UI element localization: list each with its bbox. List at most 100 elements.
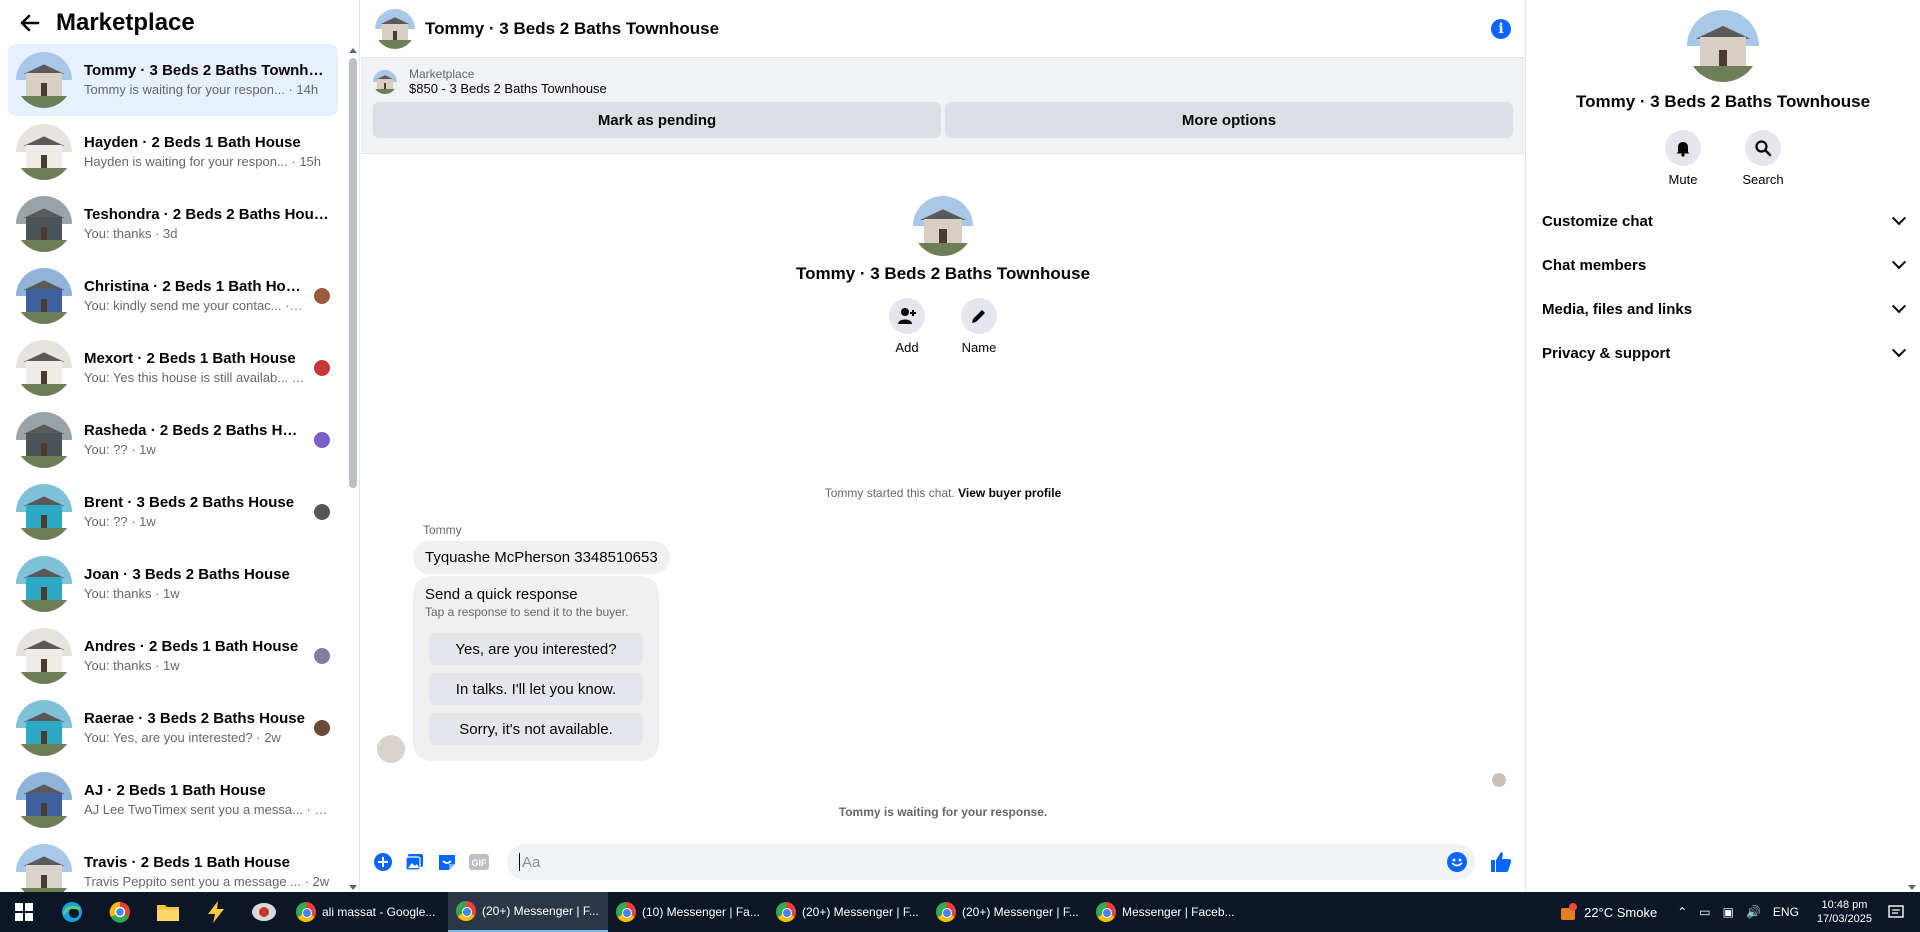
conversation-title: Joan · 3 Beds 2 Baths House [84,566,290,583]
conversation-preview: You: thanks · 1w [84,658,180,673]
chrome-icon [456,901,476,921]
sidebar-header: Marketplace [0,0,359,46]
conversation-title: Christina · 2 Beds 1 Bath House [84,278,306,295]
section-label: Privacy & support [1542,344,1671,362]
conversation-thumbnail [16,196,72,252]
language-indicator[interactable]: ENG [1773,905,1799,919]
taskbar-window-button[interactable]: (20+) Messenger | F... [768,892,928,932]
windows-taskbar: ali massat - Google... (20+) Messenger | … [0,892,1920,932]
battery-icon[interactable]: ▭ [1699,905,1710,919]
sticker-icon[interactable] [433,848,461,876]
thumbs-up-icon[interactable] [1485,846,1517,878]
quick-response-option[interactable]: Yes, are you interested? [429,633,643,665]
conversation-item[interactable]: Raerae · 3 Beds 2 Baths House You: Yes, a… [8,692,338,764]
conversation-item[interactable]: Tommy · 3 Beds 2 Baths Townho... Tommy is… [8,44,338,116]
quick-response-card: Send a quick response Tap a response to … [413,576,659,761]
plus-icon[interactable] [369,848,397,876]
conversation-thumbnail [16,484,72,540]
conversation-preview: You: ?? · 1w [84,442,156,457]
add-button[interactable]: Add [887,298,927,355]
sidebar-scrollbar[interactable] [346,44,360,892]
listing-thumbnail[interactable] [373,70,397,94]
media-files-links-section[interactable]: Media, files and links [1534,287,1912,331]
chat-profile-summary: Tommy · 3 Beds 2 Baths Townhouse Add Nam… [361,196,1525,355]
conversation-title: Travis · 2 Beds 1 Bath House [84,854,290,871]
conversation-item[interactable]: Andres · 2 Beds 1 Bath House You: thanks … [8,620,338,692]
window-title: Messenger | Faceb... [1122,905,1235,919]
conversation-thumbnail [16,52,72,108]
windows-start-icon[interactable] [0,892,48,932]
chevron-down-icon [1891,299,1907,314]
file-explorer-icon[interactable] [144,892,192,932]
volume-icon[interactable]: 🔊 [1746,905,1761,919]
quick-response-option[interactable]: Sorry, it's not available. [429,713,643,745]
info-icon[interactable]: i [1491,18,1511,39]
conversation-item[interactable]: Rasheda · 2 Beds 2 Baths House You: ?? · … [8,404,338,476]
conversation-thumbnail [16,556,72,612]
sidebar: Marketplace Tommy · 3 Beds 2 Baths Townh… [0,0,360,892]
taskbar-window-button[interactable]: (20+) Messenger | F... [448,892,608,932]
conversation-item[interactable]: Teshondra · 2 Beds 2 Baths House You: tha… [8,188,338,260]
customize-chat-section[interactable]: Customize chat [1534,199,1912,243]
quick-response-subtitle: Tap a response to send it to the buyer. [425,605,629,619]
taskbar-window-button[interactable]: Messenger | Faceb... [1088,892,1248,932]
gif-icon[interactable]: GIF [465,848,493,876]
taskbar-window-button[interactable]: (10) Messenger | Fa... [608,892,768,932]
conversation-item[interactable]: Christina · 2 Beds 1 Bath House You: kind… [8,260,338,332]
more-options-button[interactable]: More options [945,102,1513,138]
conversation-item[interactable]: AJ · 2 Beds 1 Bath House AJ Lee TwoTimex … [8,764,338,836]
taskbar-window-button[interactable]: (20+) Messenger | F... [928,892,1088,932]
section-label: Media, files and links [1542,300,1693,318]
view-buyer-profile-link[interactable]: View buyer profile [958,486,1061,500]
quick-response-option[interactable]: In talks. I'll let you know. [429,673,643,705]
conversation-item[interactable]: Mexort · 2 Beds 1 Bath House You: Yes thi… [8,332,338,404]
weather-widget[interactable]: 22°C Smoke [1558,902,1657,922]
chat-avatar[interactable] [375,8,415,49]
chrome-profile-icon[interactable] [240,892,288,932]
info-panel-avatar[interactable] [1687,10,1759,82]
edge-icon[interactable] [48,892,96,932]
scroll-down-icon[interactable] [349,885,357,890]
conversation-thumbnail [16,628,72,684]
mark-as-pending-button[interactable]: Mark as pending [373,102,941,138]
message-input[interactable]: Aa [507,844,1475,880]
name-button[interactable]: Name [959,298,999,355]
section-label: Chat members [1542,256,1647,274]
conversation-thumbnail [16,700,72,756]
privacy-support-section[interactable]: Privacy & support [1534,331,1912,375]
conversation-list: Tommy · 3 Beds 2 Baths Townho... Tommy is… [0,44,346,892]
conversation-thumbnail [16,412,72,468]
marketplace-label: Marketplace [409,67,475,81]
back-arrow-icon[interactable] [16,9,44,37]
lightning-app-icon[interactable] [192,892,240,932]
svg-text:GIF: GIF [472,858,488,868]
photo-icon[interactable] [401,848,429,876]
chat-title[interactable]: Tommy · 3 Beds 2 Baths Townhouse [425,19,1491,39]
mute-button[interactable]: Mute [1661,130,1705,187]
notification-icon[interactable] [1884,900,1908,924]
conversation-thumbnail [16,124,72,180]
conversation-item[interactable]: Brent · 3 Beds 2 Baths House You: ?? · 1w [8,476,338,548]
bell-icon [1665,130,1701,166]
conversation-item[interactable]: Joan · 3 Beds 2 Baths House You: thanks ·… [8,548,338,620]
network-icon[interactable]: ▣ [1723,905,1734,919]
scroll-up-icon[interactable] [349,48,357,53]
conversation-title: AJ · 2 Beds 1 Bath House [84,782,266,799]
conversation-item[interactable]: Travis · 2 Beds 1 Bath House Travis Peppi… [8,836,338,892]
sender-avatar[interactable] [377,735,405,763]
chrome-icon [936,902,956,922]
chrome-icon[interactable] [96,892,144,932]
clock[interactable]: 10:48 pm 17/03/2025 [1817,898,1872,926]
chat-members-section[interactable]: Chat members [1534,243,1912,287]
taskbar-window-button[interactable]: ali massat - Google... [288,892,448,932]
chevron-up-icon[interactable]: ⌃ [1677,905,1687,919]
emoji-icon[interactable] [1447,852,1467,872]
search-button[interactable]: Search [1741,130,1785,187]
conversation-item[interactable]: Hayden · 2 Beds 1 Bath House Hayden is wa… [8,116,338,188]
scroll-thumb[interactable] [349,58,357,488]
scroll-down-icon[interactable] [1908,885,1916,890]
listing-price-title[interactable]: $850 - 3 Beds 2 Baths Townhouse [409,81,607,97]
message-bubble[interactable]: Tyquashe McPherson 3348510653 [413,541,670,574]
conversation-preview: You: kindly send me your contac... · 5d [84,298,306,313]
search-label: Search [1742,172,1784,187]
